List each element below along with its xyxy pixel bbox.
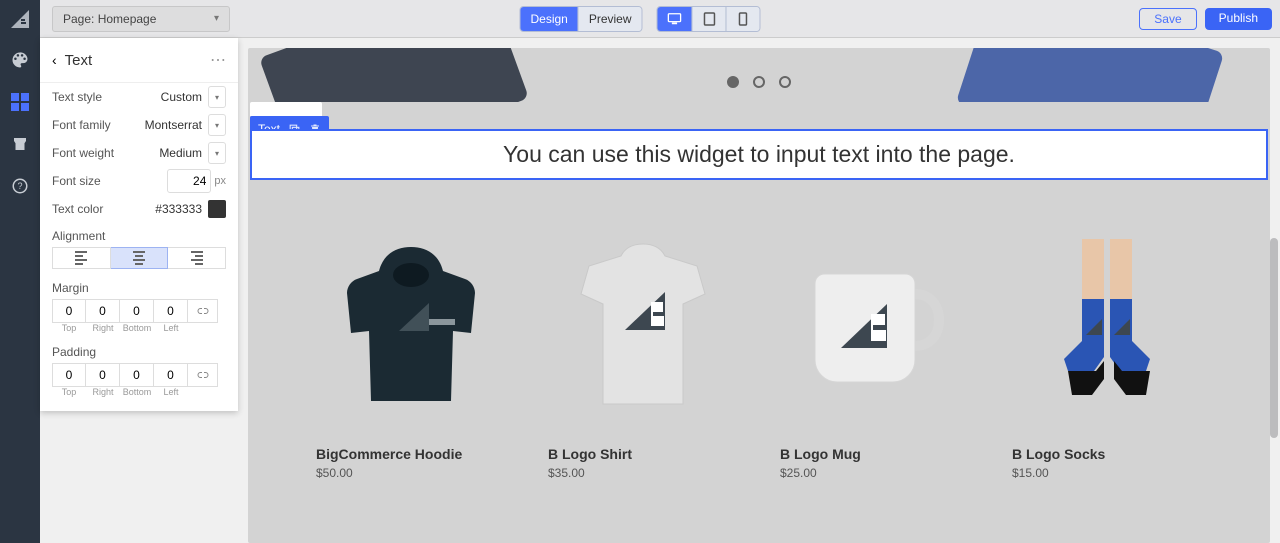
canvas-scrollbar[interactable] xyxy=(1270,238,1278,438)
page-surface[interactable]: Text You can use this widget to input te… xyxy=(248,48,1270,543)
product-image xyxy=(780,230,970,420)
product-price: $50.00 xyxy=(316,466,506,480)
font-size-unit: px xyxy=(214,175,226,187)
font-weight-label: Font weight xyxy=(52,146,114,160)
padding-left-input[interactable]: 0 xyxy=(154,363,188,387)
help-icon[interactable]: ? xyxy=(8,174,32,198)
text-style-value: Custom xyxy=(161,90,202,104)
panel-title: Text xyxy=(65,52,93,69)
margin-top-input[interactable]: 0 xyxy=(52,299,86,323)
font-size-input[interactable] xyxy=(167,169,211,193)
product-title: B Logo Shirt xyxy=(548,446,738,462)
hero-image-left xyxy=(259,48,529,102)
tablet-device-button[interactable] xyxy=(692,7,726,31)
product-grid: BigCommerce Hoodie $50.00 B Logo Shirt $… xyxy=(248,230,1270,480)
storefront-icon[interactable] xyxy=(8,132,32,156)
text-color-value: #333333 xyxy=(155,202,202,216)
product-price: $25.00 xyxy=(780,466,970,480)
page-selector[interactable]: Page: Homepage ▾ xyxy=(52,6,230,32)
text-style-label: Text style xyxy=(52,90,102,104)
carousel-dot-2[interactable] xyxy=(753,76,765,88)
properties-panel: ‹ Text ⋯ Text style Custom ▾ Font family… xyxy=(40,38,238,411)
padding-right-input[interactable]: 0 xyxy=(86,363,120,387)
product-price: $15.00 xyxy=(1012,466,1202,480)
design-mode-button[interactable]: Design xyxy=(520,7,577,31)
carousel-dots[interactable] xyxy=(727,76,791,88)
product-card[interactable]: BigCommerce Hoodie $50.00 xyxy=(316,230,506,480)
font-weight-value: Medium xyxy=(159,146,202,160)
padding-label: Padding xyxy=(40,339,238,361)
padding-left-sublabel: Left xyxy=(154,387,188,397)
widget-tab-cap xyxy=(250,102,322,116)
alignment-label: Alignment xyxy=(40,223,238,245)
margin-link-icon[interactable] xyxy=(188,299,218,323)
caret-down-icon: ▾ xyxy=(214,13,219,24)
save-button[interactable]: Save xyxy=(1139,8,1196,30)
desktop-device-button[interactable] xyxy=(658,7,692,31)
font-family-label: Font family xyxy=(52,118,111,132)
product-title: B Logo Socks xyxy=(1012,446,1202,462)
align-center-button[interactable] xyxy=(111,247,169,269)
margin-right-sublabel: Right xyxy=(86,323,120,333)
text-style-dropdown[interactable]: ▾ xyxy=(208,86,226,108)
back-chevron-icon[interactable]: ‹ xyxy=(52,52,57,68)
margin-left-input[interactable]: 0 xyxy=(154,299,188,323)
margin-bottom-input[interactable]: 0 xyxy=(120,299,154,323)
margin-left-sublabel: Left xyxy=(154,323,188,333)
padding-top-sublabel: Top xyxy=(52,387,86,397)
align-left-button[interactable] xyxy=(52,247,111,269)
brand-logo[interactable] xyxy=(0,0,40,38)
padding-right-sublabel: Right xyxy=(86,387,120,397)
carousel-dot-3[interactable] xyxy=(779,76,791,88)
text-color-swatch[interactable] xyxy=(208,200,226,218)
padding-link-icon[interactable] xyxy=(188,363,218,387)
editor-canvas: Text You can use this widget to input te… xyxy=(238,38,1280,543)
page-selector-label: Page: Homepage xyxy=(63,12,156,26)
product-card[interactable]: B Logo Mug $25.00 xyxy=(780,230,970,480)
padding-bottom-input[interactable]: 0 xyxy=(120,363,154,387)
align-right-button[interactable] xyxy=(168,247,226,269)
svg-text:?: ? xyxy=(17,181,22,191)
text-widget-content[interactable]: You can use this widget to input text in… xyxy=(272,141,1246,168)
font-size-label: Font size xyxy=(52,174,101,188)
hero-image-right xyxy=(956,48,1224,102)
text-color-label: Text color xyxy=(52,202,103,216)
font-family-dropdown[interactable]: ▾ xyxy=(208,114,226,136)
device-segment xyxy=(657,6,761,32)
product-image xyxy=(1012,230,1202,420)
padding-bottom-sublabel: Bottom xyxy=(120,387,154,397)
hero-banner xyxy=(248,48,1270,102)
carousel-dot-1[interactable] xyxy=(727,76,739,88)
font-family-value: Montserrat xyxy=(145,118,202,132)
margin-right-input[interactable]: 0 xyxy=(86,299,120,323)
padding-top-input[interactable]: 0 xyxy=(52,363,86,387)
widgets-icon[interactable] xyxy=(8,90,32,114)
product-image xyxy=(548,230,738,420)
publish-button[interactable]: Publish xyxy=(1205,8,1272,30)
product-title: BigCommerce Hoodie xyxy=(316,446,506,462)
preview-mode-button[interactable]: Preview xyxy=(578,7,642,31)
product-card[interactable]: B Logo Shirt $35.00 xyxy=(548,230,738,480)
product-title: B Logo Mug xyxy=(780,446,970,462)
product-image xyxy=(316,230,506,420)
product-card[interactable]: B Logo Socks $15.00 xyxy=(1012,230,1202,480)
margin-bottom-sublabel: Bottom xyxy=(120,323,154,333)
mobile-device-button[interactable] xyxy=(726,7,760,31)
palette-icon[interactable] xyxy=(8,48,32,72)
product-price: $35.00 xyxy=(548,466,738,480)
margin-top-sublabel: Top xyxy=(52,323,86,333)
mode-segment: Design Preview xyxy=(519,6,642,32)
top-toolbar: Page: Homepage ▾ Design Preview Save Pub… xyxy=(0,0,1280,38)
font-weight-dropdown[interactable]: ▾ xyxy=(208,142,226,164)
left-nav-sidebar: ? xyxy=(0,0,40,543)
text-widget-frame[interactable]: You can use this widget to input text in… xyxy=(250,129,1268,180)
margin-label: Margin xyxy=(40,275,238,297)
more-options-icon[interactable]: ⋯ xyxy=(210,50,226,70)
